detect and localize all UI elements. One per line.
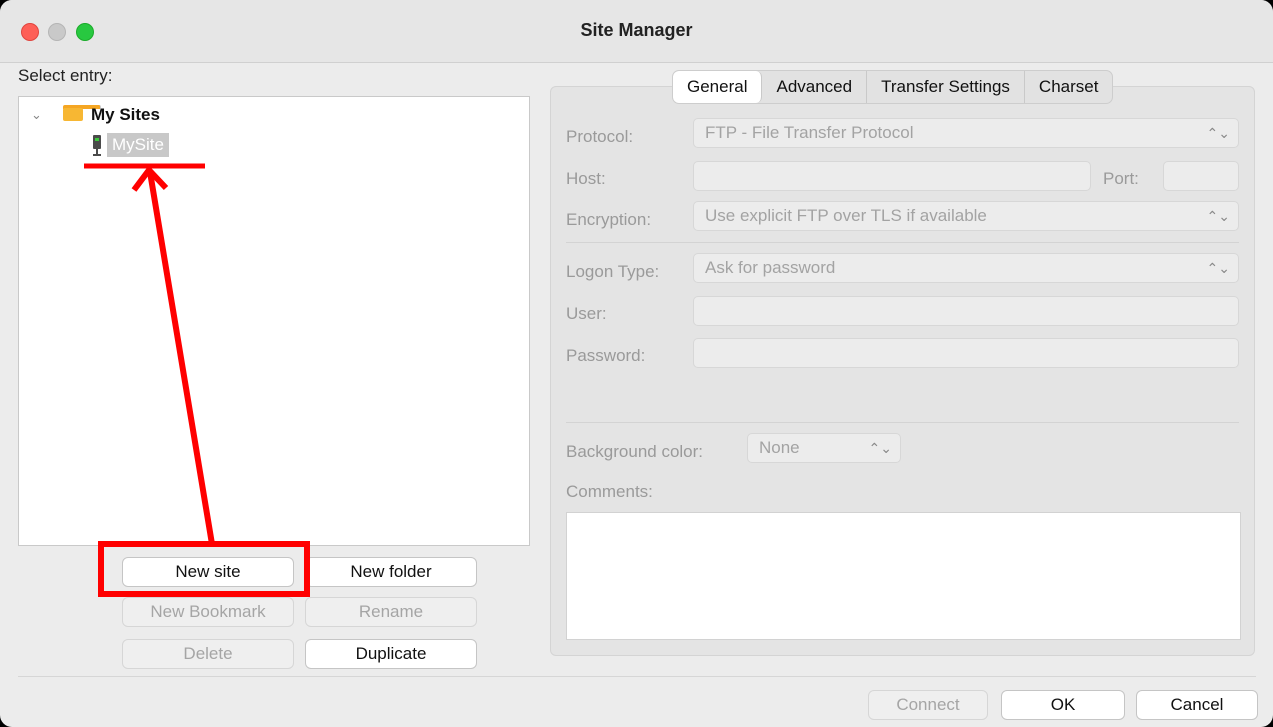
- tab-transfer-settings[interactable]: Transfer Settings: [867, 71, 1025, 103]
- site-manager-window: Site Manager Select entry: ⌄ My Sites My…: [0, 0, 1273, 727]
- protocol-label: Protocol:: [566, 127, 634, 146]
- chevron-down-icon[interactable]: ⌄: [31, 107, 42, 123]
- tree-root-my-sites[interactable]: My Sites: [91, 105, 160, 125]
- rename-button[interactable]: Rename: [305, 597, 477, 627]
- tab-general[interactable]: General: [673, 71, 763, 103]
- connect-button[interactable]: Connect: [868, 690, 988, 720]
- background-color-label: Background color:: [566, 442, 704, 461]
- comments-textarea[interactable]: [566, 512, 1241, 640]
- folder-icon: [63, 105, 101, 121]
- password-input[interactable]: [693, 338, 1239, 368]
- title-bar: Site Manager: [0, 0, 1273, 63]
- port-input[interactable]: [1163, 161, 1239, 191]
- logon-type-value: Ask for password: [705, 258, 836, 277]
- background-color-value: None: [759, 438, 800, 457]
- password-label: Password:: [566, 346, 646, 365]
- tree-item-mysite[interactable]: MySite: [107, 133, 169, 157]
- cancel-button[interactable]: Cancel: [1136, 690, 1258, 720]
- server-icon: [93, 135, 101, 156]
- logon-type-select[interactable]: Ask for password ⌃⌄: [693, 253, 1239, 283]
- duplicate-button[interactable]: Duplicate: [305, 639, 477, 669]
- updown-chevron-icon: ⌃⌄: [868, 440, 892, 456]
- protocol-value: FTP - File Transfer Protocol: [705, 123, 914, 142]
- comments-label: Comments:: [566, 482, 653, 501]
- delete-button[interactable]: Delete: [122, 639, 294, 669]
- encryption-select[interactable]: Use explicit FTP over TLS if available ⌃…: [693, 201, 1239, 231]
- select-entry-label: Select entry:: [18, 66, 113, 85]
- protocol-select[interactable]: FTP - File Transfer Protocol ⌃⌄: [693, 118, 1239, 148]
- logon-type-label: Logon Type:: [566, 262, 660, 281]
- tab-advanced[interactable]: Advanced: [762, 71, 868, 103]
- site-tree[interactable]: ⌄ My Sites MySite: [18, 96, 530, 546]
- updown-chevron-icon: ⌃⌄: [1206, 208, 1230, 224]
- user-label: User:: [566, 304, 607, 323]
- divider: [566, 422, 1239, 423]
- window-title: Site Manager: [580, 20, 693, 40]
- background-color-select[interactable]: None ⌃⌄: [747, 433, 901, 463]
- footer-divider: [18, 676, 1256, 677]
- user-input[interactable]: [693, 296, 1239, 326]
- encryption-label: Encryption:: [566, 210, 652, 229]
- new-site-button[interactable]: New site: [122, 557, 294, 587]
- divider: [566, 242, 1239, 243]
- updown-chevron-icon: ⌃⌄: [1206, 260, 1230, 276]
- tab-charset[interactable]: Charset: [1025, 71, 1113, 103]
- encryption-value: Use explicit FTP over TLS if available: [705, 206, 987, 225]
- new-bookmark-button[interactable]: New Bookmark: [122, 597, 294, 627]
- new-folder-button[interactable]: New folder: [305, 557, 477, 587]
- ok-button[interactable]: OK: [1001, 690, 1125, 720]
- host-input[interactable]: [693, 161, 1091, 191]
- updown-chevron-icon: ⌃⌄: [1206, 125, 1230, 141]
- port-label: Port:: [1103, 169, 1139, 188]
- settings-tabs: General Advanced Transfer Settings Chars…: [672, 70, 1114, 104]
- host-label: Host:: [566, 169, 606, 188]
